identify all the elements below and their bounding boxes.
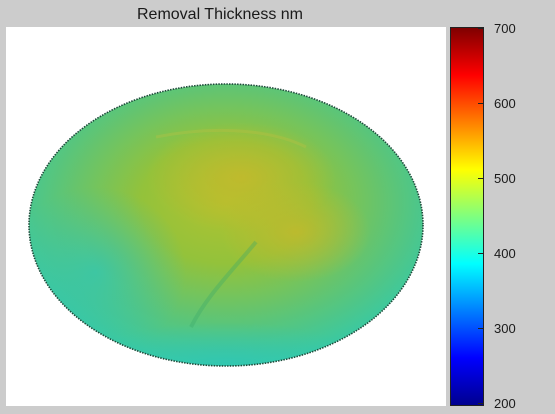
chart-title: Removal Thickness nm bbox=[137, 6, 303, 23]
colorbar-tick-label: 300 bbox=[494, 321, 516, 336]
colorbar-tick: 700 bbox=[478, 21, 544, 36]
removal-thickness-map bbox=[28, 83, 424, 367]
colorbar-tick: 600 bbox=[478, 96, 544, 111]
colorbar-tick-label: 700 bbox=[494, 21, 516, 36]
colorbar-tick-label: 600 bbox=[494, 96, 516, 111]
colorbar-tick-mark bbox=[478, 328, 484, 329]
colorbar bbox=[450, 27, 484, 406]
colorbar-tick-mark bbox=[478, 178, 484, 179]
colorbar-tick: 300 bbox=[478, 321, 544, 336]
colorbar-tick: 400 bbox=[478, 246, 544, 261]
colorbar-tick-mark bbox=[478, 253, 484, 254]
colorbar-tick-label: 500 bbox=[494, 171, 516, 186]
colorbar-tick-mark bbox=[478, 103, 484, 104]
colorbar-tick-mark bbox=[478, 28, 484, 29]
colorbar-axis: 700 600 500 400 300 200 bbox=[478, 22, 544, 411]
colorbar-tick: 200 bbox=[478, 396, 544, 411]
colorbar-tick-mark bbox=[478, 403, 484, 404]
colorbar-tick: 500 bbox=[478, 171, 544, 186]
plot-area bbox=[6, 27, 446, 406]
colorbar-tick-label: 400 bbox=[494, 246, 516, 261]
colorbar-tick-label: 200 bbox=[494, 396, 516, 411]
